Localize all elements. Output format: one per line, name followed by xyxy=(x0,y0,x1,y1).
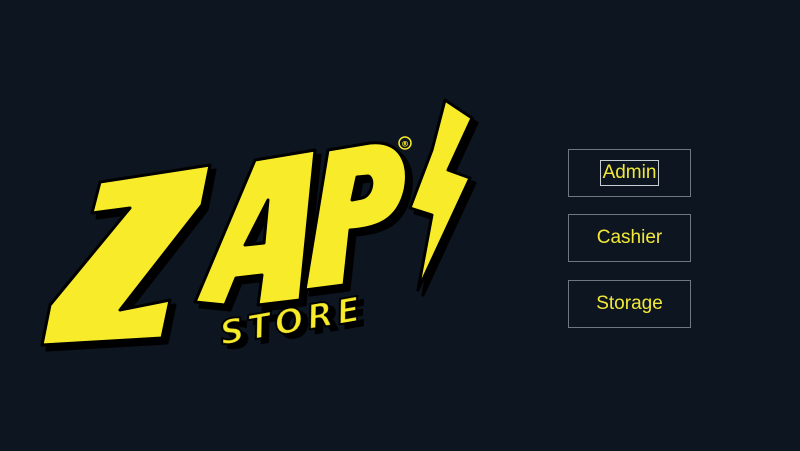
admin-button[interactable]: Admin xyxy=(568,149,691,197)
logo-lightning-bolt xyxy=(408,98,474,292)
registered-mark: ® xyxy=(401,140,409,149)
logo-letter-z xyxy=(40,163,212,347)
zap-store-logo: ® STORE xyxy=(0,0,520,451)
logo-letter-p xyxy=(303,141,408,292)
cashier-button-label: Cashier xyxy=(596,227,663,248)
logo-letter-a xyxy=(193,148,317,307)
zap-store-logo-graphic: ® STORE xyxy=(40,98,474,355)
storage-button[interactable]: Storage xyxy=(568,280,691,328)
cashier-button[interactable]: Cashier xyxy=(568,214,691,262)
login-window: ® STORE Admin Cashier Storage xyxy=(0,0,800,451)
storage-button-label: Storage xyxy=(596,293,663,314)
admin-button-label: Admin xyxy=(599,160,660,186)
